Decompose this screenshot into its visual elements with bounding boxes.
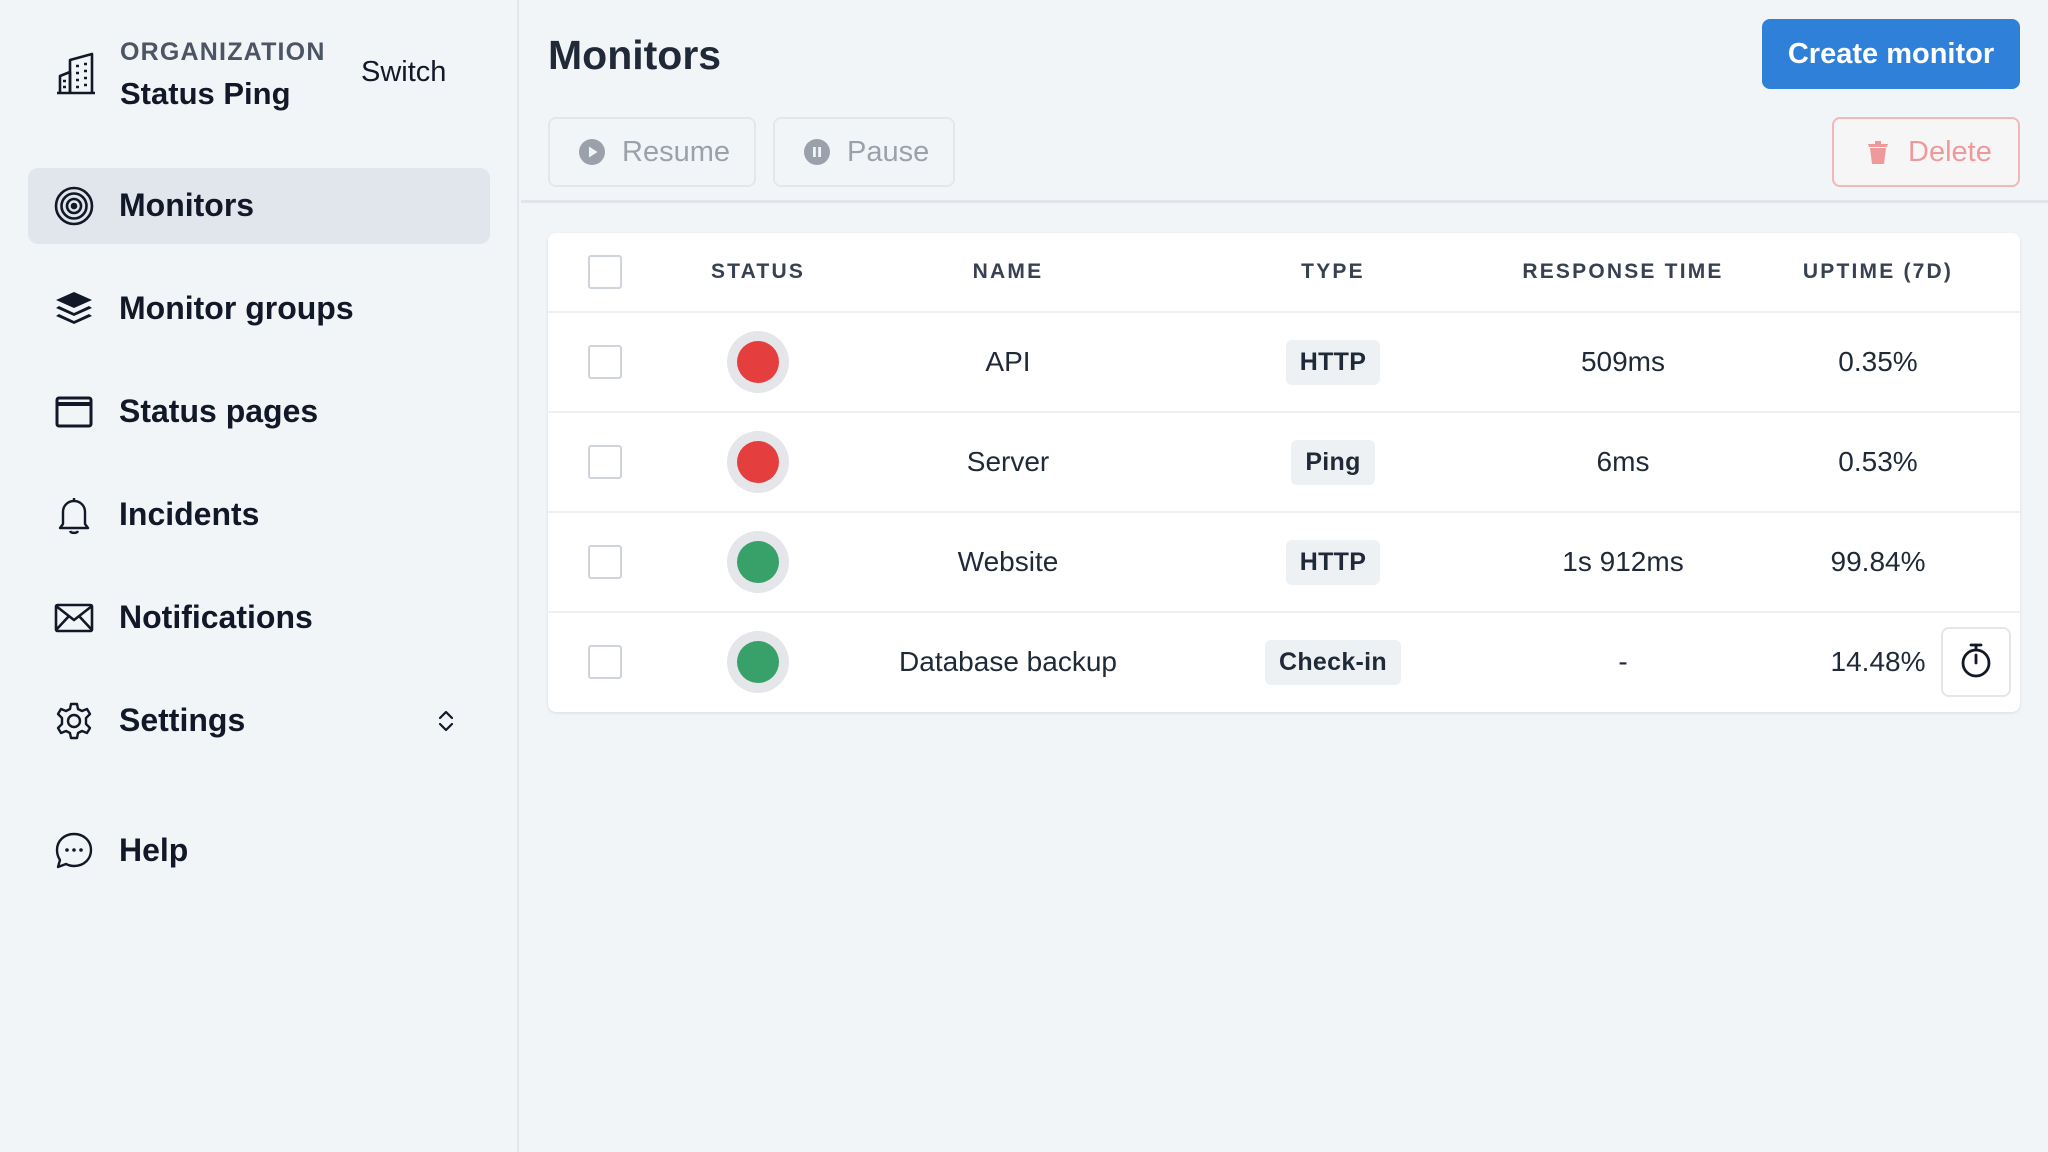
organization-name: Status Ping [120, 76, 291, 111]
toolbar-divider [521, 200, 2048, 203]
sidebar-item-incidents[interactable]: Incidents [28, 477, 490, 553]
sidebar-item-label: Settings [119, 702, 246, 738]
column-header-uptime[interactable]: UPTIME (7D) [1743, 233, 2013, 311]
sidebar-item-status-pages[interactable]: Status pages [28, 374, 490, 450]
pause-button[interactable]: Pause [773, 117, 955, 187]
type-badge: HTTP [1285, 539, 1381, 585]
response-time: 1s 912ms [1562, 546, 1684, 577]
monitors-table: STATUS NAME TYPE RESPONSE TIME UPTIME (7… [548, 233, 2020, 712]
table-row[interactable]: Server Ping 6ms 0.53% [548, 411, 2020, 511]
sidebar: ORGANIZATION Status Ping Switch Monitors [0, 0, 519, 1152]
stopwatch-icon [1958, 642, 1994, 683]
table-row[interactable]: API HTTP 509ms 0.35% [548, 311, 2020, 411]
monitor-name[interactable]: API [828, 313, 1188, 411]
row-checkbox[interactable] [588, 345, 622, 379]
status-dot-up [737, 641, 779, 683]
sidebar-item-monitors[interactable]: Monitors [28, 168, 490, 244]
bell-icon [54, 495, 94, 535]
delete-button[interactable]: Delete [1832, 117, 2020, 187]
layers-icon [54, 289, 94, 329]
create-monitor-button[interactable]: Create monitor [1762, 19, 2020, 89]
chat-bubble-icon [54, 831, 94, 871]
trash-icon [1864, 138, 1892, 166]
uptime-value: 0.35% [1838, 346, 1918, 377]
select-all-checkbox[interactable] [588, 255, 622, 289]
app-root: ORGANIZATION Status Ping Switch Monitors [0, 0, 2048, 1152]
main-content: Monitors Create monitor Resume Pause Del… [521, 0, 2048, 1152]
sidebar-item-label: Incidents [119, 496, 260, 532]
page-title: Monitors [548, 32, 722, 78]
resume-button[interactable]: Resume [548, 117, 756, 187]
column-header-name[interactable]: NAME [828, 233, 1188, 311]
organization-label: ORGANIZATION [120, 38, 326, 66]
pause-label: Pause [847, 135, 930, 168]
monitor-name[interactable]: Database backup [828, 613, 1188, 711]
uptime-value: 99.84% [1830, 546, 1926, 577]
gear-icon [54, 701, 94, 741]
delete-label: Delete [1908, 135, 1992, 168]
sidebar-item-label: Status pages [119, 393, 319, 429]
status-dot-down [737, 341, 779, 383]
column-header-response-time[interactable]: RESPONSE TIME [1478, 233, 1768, 311]
target-icon [54, 186, 94, 226]
type-badge: Ping [1291, 439, 1375, 485]
type-badge: Check-in [1265, 639, 1401, 685]
monitor-name[interactable]: Server [828, 413, 1188, 511]
response-time: - [1618, 646, 1628, 677]
status-dot-up [737, 541, 779, 583]
response-time: 509ms [1580, 346, 1666, 377]
sidebar-item-label: Help [119, 832, 189, 868]
envelope-icon [54, 598, 94, 638]
switch-organization-link[interactable]: Switch [361, 56, 446, 89]
status-indicator [727, 531, 789, 593]
sidebar-item-label: Notifications [119, 599, 313, 635]
type-badge: HTTP [1285, 339, 1381, 385]
monitor-name[interactable]: Website [828, 513, 1188, 611]
sidebar-item-label: Monitors [119, 187, 255, 223]
status-indicator [727, 431, 789, 493]
check-in-timer-button[interactable] [1941, 627, 2011, 697]
sidebar-item-notifications[interactable]: Notifications [28, 580, 490, 656]
status-indicator [727, 631, 789, 693]
pause-circle-icon [803, 138, 831, 166]
status-indicator [727, 331, 789, 393]
table-header-row: STATUS NAME TYPE RESPONSE TIME UPTIME (7… [548, 233, 2020, 311]
column-header-type[interactable]: TYPE [1188, 233, 1478, 311]
sidebar-item-help[interactable]: Help [28, 813, 490, 889]
response-time: 6ms [1596, 446, 1650, 477]
status-dot-down [737, 441, 779, 483]
building-icon [54, 52, 98, 96]
window-icon [54, 392, 94, 432]
row-checkbox[interactable] [588, 545, 622, 579]
column-header-status[interactable]: STATUS [678, 233, 838, 311]
row-checkbox[interactable] [588, 445, 622, 479]
chevron-up-down-icon[interactable] [432, 707, 460, 735]
resume-label: Resume [622, 135, 730, 168]
play-circle-icon [578, 138, 606, 166]
sidebar-item-settings[interactable]: Settings [28, 683, 490, 759]
table-row[interactable]: Website HTTP 1s 912ms 99.84% [548, 511, 2020, 611]
uptime-value: 0.53% [1838, 446, 1918, 477]
sidebar-item-monitor-groups[interactable]: Monitor groups [28, 271, 490, 347]
row-checkbox[interactable] [588, 645, 622, 679]
table-row[interactable]: Database backup Check-in - 14.48% [548, 611, 2020, 711]
sidebar-item-label: Monitor groups [119, 290, 354, 326]
organization-switcher: ORGANIZATION Status Ping Switch [54, 36, 474, 116]
